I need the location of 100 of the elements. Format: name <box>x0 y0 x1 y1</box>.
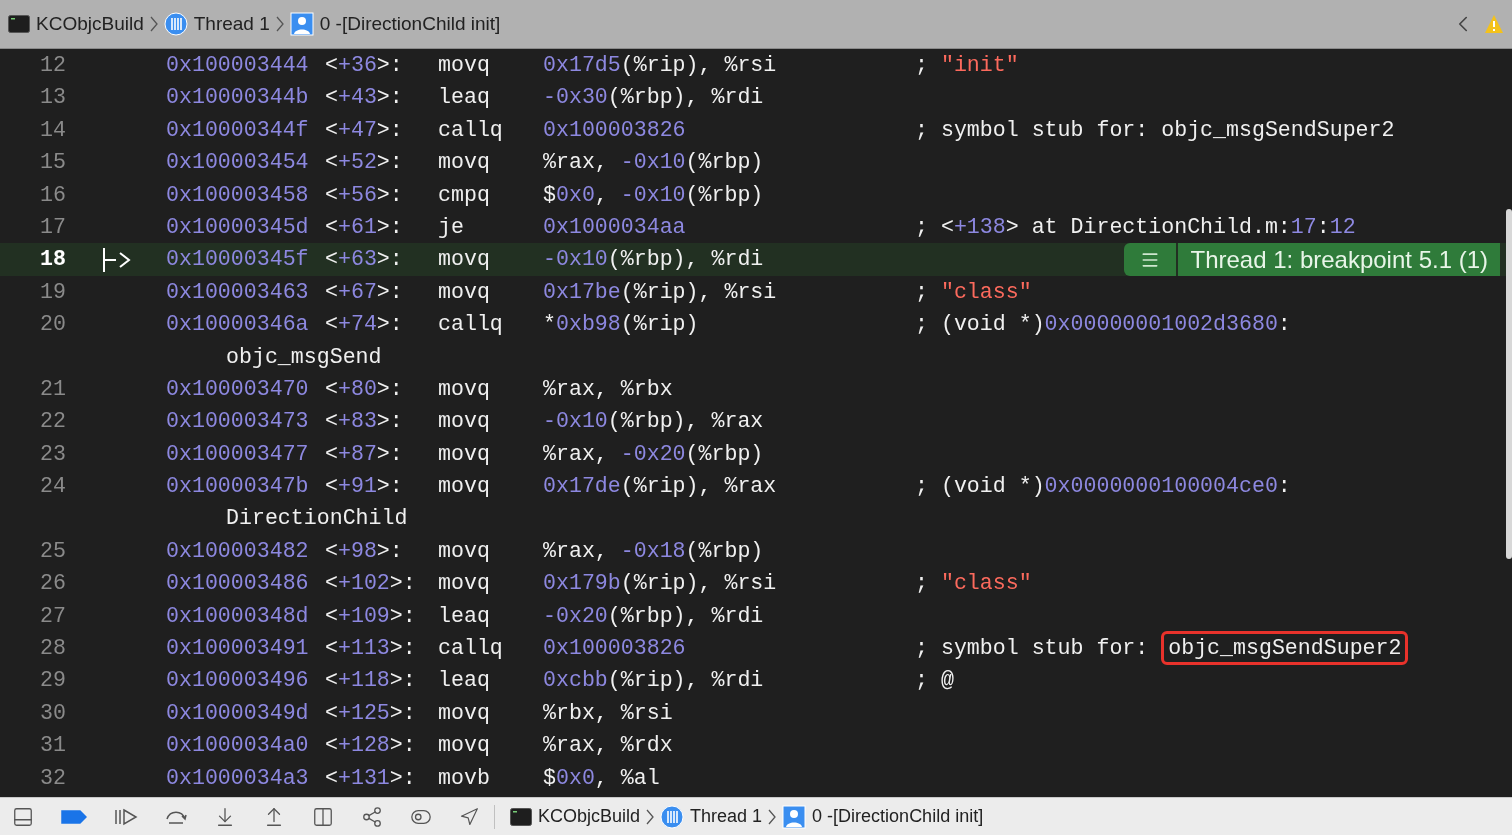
panel-toggle-icon[interactable] <box>12 805 34 828</box>
operands: 0x17d5(%rip), %rsi <box>543 52 778 79</box>
address: 0x100003470 <box>166 375 310 403</box>
mnemonic: movq <box>438 473 491 501</box>
line-number: 19 <box>39 278 67 306</box>
address: 0x10000346a <box>166 311 310 339</box>
breakpoint-icon[interactable] <box>61 808 87 825</box>
address: 0x1000034a3 <box>166 764 310 792</box>
address: 0x100003463 <box>166 278 310 306</box>
operands: 0x100003826 <box>543 116 687 144</box>
offset: <+113>: <box>325 635 417 663</box>
address: 0x100003454 <box>166 149 310 177</box>
scrollbar-thumb[interactable] <box>1506 209 1512 559</box>
breadcrumb-item[interactable]: 0 -[DirectionChild init] <box>812 803 984 830</box>
comment: ; "class" <box>915 570 1032 598</box>
comment: ; (void *)0x00000001002d3680: <box>915 311 1291 339</box>
comment-continuation: DirectionChild <box>226 505 408 533</box>
offset: <+109>: <box>325 602 417 630</box>
address: 0x10000348d <box>166 602 310 630</box>
operands: 0x17be(%rip), %rsi <box>543 278 778 306</box>
highlight-box: objc_msgSendSuper2 <box>1161 631 1409 666</box>
line-number: 31 <box>39 732 67 760</box>
operands: 0x1000034aa <box>543 213 687 241</box>
offset: <+131>: <box>325 764 417 792</box>
offset: <+128>: <box>325 732 417 760</box>
operands: %rax, -0x20(%rbp) <box>543 440 765 468</box>
line-number: 20 <box>39 311 67 339</box>
mnemonic: movq <box>438 408 491 436</box>
line-number: 32 <box>39 764 67 792</box>
offset: <+83>: <box>325 408 404 436</box>
continue-icon[interactable] <box>114 807 138 826</box>
operands: %rbx, %rsi <box>543 699 674 727</box>
operands: %rax, %rbx <box>543 375 674 403</box>
terminal-icon <box>510 807 532 826</box>
mnemonic: leaq <box>438 602 491 630</box>
address: 0x100003458 <box>166 181 310 209</box>
offset: <+91>: <box>325 473 404 501</box>
line-number: 25 <box>39 537 67 565</box>
mnemonic: movq <box>438 537 491 565</box>
mnemonic: leaq <box>438 667 491 695</box>
line-number: 29 <box>39 667 67 695</box>
operands: %rax, %rdx <box>543 732 674 760</box>
breadcrumb-item[interactable]: KCObjcBuild <box>36 9 144 39</box>
terminal-icon <box>8 15 30 33</box>
address: 0x100003491 <box>166 635 310 663</box>
view-debugger-icon[interactable] <box>312 805 334 828</box>
line-number: 18 <box>39 246 67 274</box>
comment: ; "init" <box>915 52 1019 79</box>
line-number: 23 <box>39 440 67 468</box>
breadcrumb-item[interactable]: Thread 1 <box>193 9 270 39</box>
address: 0x10000345f <box>166 246 310 274</box>
mnemonic: callq <box>438 311 504 339</box>
offset: <+74>: <box>325 311 404 339</box>
mnemonic: callq <box>438 635 504 663</box>
address: 0x10000345d <box>166 213 310 241</box>
operands: 0x100003826 <box>543 635 687 663</box>
address: 0x100003482 <box>166 537 310 565</box>
offset: <+47>: <box>325 116 404 144</box>
offset: <+63>: <box>325 246 404 274</box>
operands: 0xcbb(%rip), %rdi <box>543 667 765 695</box>
memory-graph-icon[interactable] <box>361 805 383 828</box>
address: 0x10000344b <box>166 84 310 112</box>
address: 0x100003486 <box>166 570 310 598</box>
mnemonic: movq <box>438 52 491 79</box>
offset: <+52>: <box>325 149 404 177</box>
offset: <+56>: <box>325 181 404 209</box>
mnemonic: movq <box>438 278 491 306</box>
mnemonic: je <box>438 213 465 241</box>
mnemonic: movq <box>438 440 491 468</box>
offset: <+67>: <box>325 278 404 306</box>
mnemonic: movq <box>438 375 491 403</box>
breadcrumb-item[interactable]: Thread 1 <box>690 803 763 830</box>
address: 0x100003473 <box>166 408 310 436</box>
offset: <+102>: <box>325 570 417 598</box>
mnemonic: movq <box>438 699 491 727</box>
line-number: 21 <box>39 375 67 403</box>
operands: -0x20(%rbp), %rdi <box>543 602 765 630</box>
mnemonic: movq <box>438 570 491 598</box>
thread-icon <box>163 12 188 36</box>
address: 0x1000034a0 <box>166 732 310 760</box>
address: 0x100003444 <box>166 52 310 79</box>
offset: <+98>: <box>325 537 404 565</box>
line-number: 14 <box>39 116 67 144</box>
line-number: 16 <box>39 181 67 209</box>
operands: -0x10(%rbp), %rdi <box>543 246 765 274</box>
comment: ; "class" <box>915 278 1032 306</box>
line-number: 28 <box>39 635 67 663</box>
offset: <+43>: <box>325 84 404 112</box>
comment: ; <+138> at DirectionChild.m:17:12 <box>915 213 1356 241</box>
breadcrumb-item[interactable]: KCObjcBuild <box>538 803 641 830</box>
offset: <+118>: <box>325 667 417 695</box>
line-number: 22 <box>39 408 67 436</box>
comment: ; @ <box>915 667 954 695</box>
comment: ; symbol stub for: objc_msgSendSuper2 <box>915 116 1395 144</box>
location-icon[interactable] <box>459 806 479 827</box>
mnemonic: movq <box>438 246 491 274</box>
operands: 0x179b(%rip), %rsi <box>543 570 778 598</box>
operands: %rax, -0x18(%rbp) <box>543 537 765 565</box>
comment: ; (void *)0x0000000100004ce0: <box>915 473 1291 501</box>
breadcrumb-item[interactable]: 0 -[DirectionChild init] <box>319 9 501 39</box>
